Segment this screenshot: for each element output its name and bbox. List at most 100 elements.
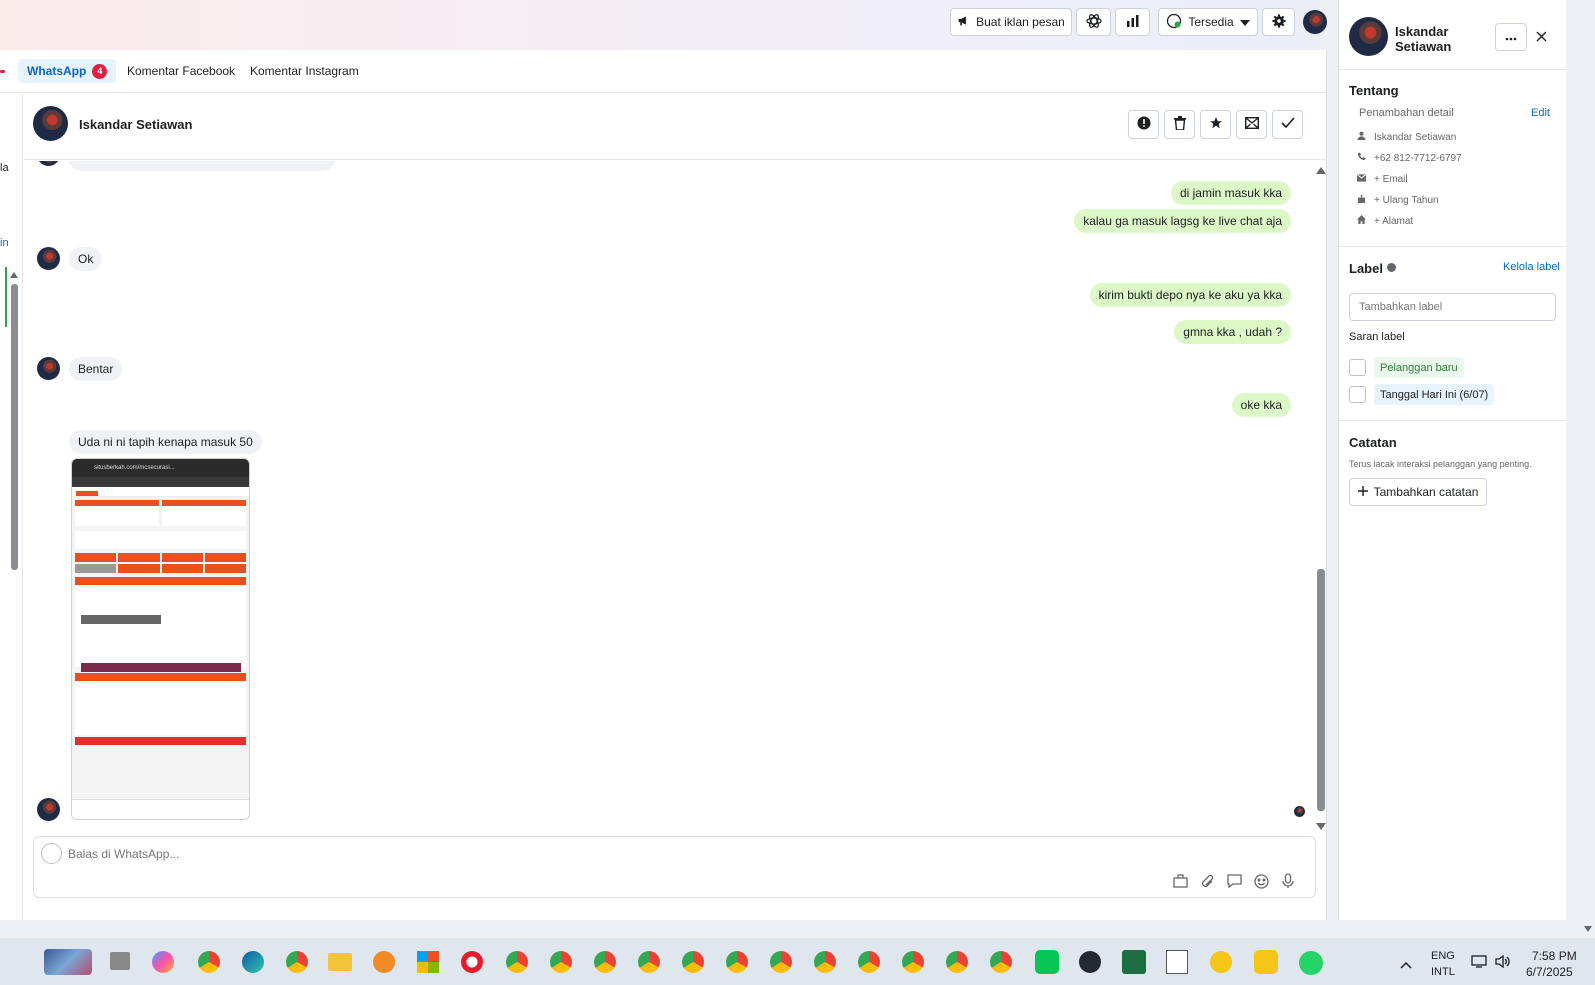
scroll-up-arrow-icon[interactable] <box>10 272 18 278</box>
outgoing-message[interactable]: kalau ga masuk lagsg ke live chat aja <box>1074 209 1291 233</box>
chrome-profile-icon[interactable] <box>506 951 528 973</box>
edit-link[interactable]: Edit <box>1531 107 1550 119</box>
incoming-message[interactable]: Bentar <box>69 357 123 381</box>
insights-button[interactable] <box>1115 8 1150 36</box>
detail-phone-row[interactable]: +62 812-7712-6797 <box>1357 151 1462 165</box>
chat-scrollbar-thumb[interactable] <box>1317 569 1325 811</box>
list-item-fragment[interactable]: la <box>0 162 9 174</box>
chrome-profile-icon[interactable] <box>902 951 924 973</box>
incoming-message[interactable]: Uda ni ni tapih kenapa masuk 50 <box>69 430 262 454</box>
chrome-profile-icon[interactable] <box>726 951 748 973</box>
chrome-profile-icon[interactable] <box>594 951 616 973</box>
suggested-label-chip[interactable]: Pelanggan baru <box>1374 357 1464 378</box>
file-explorer-icon[interactable] <box>328 953 352 971</box>
line-icon[interactable] <box>1035 950 1059 974</box>
vpn-shield-icon[interactable] <box>373 951 395 973</box>
emoji-icon[interactable] <box>1254 874 1269 892</box>
tab-facebook-comments[interactable]: Komentar Facebook <box>118 59 244 83</box>
outgoing-message[interactable]: kirim bukti depo nya ke aku ya kka <box>1089 283 1291 307</box>
page-scrollbar[interactable] <box>1582 0 1595 938</box>
contact-avatar[interactable] <box>33 106 68 141</box>
widgets-icon[interactable] <box>44 949 92 975</box>
github-icon[interactable] <box>1079 951 1101 973</box>
profile-avatar[interactable] <box>1349 17 1388 56</box>
chrome-profile-icon[interactable] <box>770 951 792 973</box>
label-checkbox[interactable] <box>1349 359 1366 376</box>
network-icon[interactable] <box>1471 955 1487 971</box>
chrome-profile-icon[interactable] <box>990 951 1012 973</box>
phone-icon <box>1357 152 1366 164</box>
scroll-down-arrow-icon[interactable] <box>1316 823 1326 830</box>
copilot-icon[interactable] <box>152 951 174 973</box>
chrome-profile-icon[interactable] <box>814 951 836 973</box>
sync-app-icon[interactable] <box>1210 951 1232 973</box>
excel-icon[interactable] <box>1122 950 1146 974</box>
megaphone-icon <box>957 14 970 30</box>
mark-done-button[interactable] <box>1272 110 1303 139</box>
store-icon[interactable] <box>417 951 439 973</box>
notes-app-icon[interactable] <box>1254 950 1278 974</box>
edge-icon[interactable] <box>242 951 264 973</box>
manage-labels-link[interactable]: Kelola label <box>1503 261 1560 273</box>
integrations-button[interactable] <box>1076 8 1111 36</box>
tab-label: Komentar Facebook <box>127 64 236 78</box>
image-attachment[interactable]: situsberkah.com/mcsecurasi... <box>71 458 250 820</box>
chevron-up-icon[interactable] <box>1400 958 1412 972</box>
chrome-profile-icon[interactable] <box>946 951 968 973</box>
list-scrollbar-thumb[interactable] <box>11 284 18 570</box>
create-ad-button[interactable]: Buat iklan pesan <box>950 8 1072 36</box>
outgoing-message[interactable]: di jamin masuk kka <box>1170 181 1291 205</box>
chrome-profile-icon[interactable] <box>682 951 704 973</box>
clock-time[interactable]: 7:58 PM <box>1532 949 1577 963</box>
detail-birthday-row[interactable]: + Ulang Tahun <box>1357 193 1439 207</box>
microphone-icon[interactable] <box>1282 873 1294 892</box>
contact-name[interactable]: Iskandar Setiawan <box>79 117 192 132</box>
outgoing-message[interactable]: gmna kka , udah ? <box>1174 320 1291 344</box>
language-line1[interactable]: ENG <box>1431 950 1455 962</box>
list-item-fragment[interactable]: in <box>0 237 9 249</box>
report-spam-button[interactable] <box>1128 110 1159 139</box>
clock-date[interactable]: 6/7/2025 <box>1526 965 1573 979</box>
tab-whatsapp[interactable]: WhatsApp 4 <box>18 59 117 83</box>
add-label-input[interactable] <box>1349 293 1556 321</box>
delete-button[interactable] <box>1164 110 1195 139</box>
detail-address-row[interactable]: + Alamat <box>1357 214 1413 228</box>
settings-button[interactable] <box>1262 8 1295 36</box>
chrome-profile-icon[interactable] <box>550 951 572 973</box>
label-checkbox[interactable] <box>1349 386 1366 403</box>
label-title: Label <box>1349 261 1383 276</box>
channel-tabs: WhatsApp 4 Komentar Facebook Komentar In… <box>0 50 1327 93</box>
star-button[interactable] <box>1200 110 1231 139</box>
availability-dropdown[interactable]: Tersedia <box>1158 8 1258 36</box>
add-note-button[interactable]: Tambahkan catatan <box>1349 478 1487 506</box>
mark-unread-button[interactable] <box>1236 110 1267 139</box>
text-editor-icon[interactable] <box>1166 950 1188 974</box>
task-view-icon[interactable] <box>110 952 130 970</box>
chrome-icon[interactable] <box>198 951 220 973</box>
chat-bubble-icon[interactable] <box>1227 874 1242 891</box>
more-options-button[interactable] <box>1495 23 1527 51</box>
divider <box>1339 246 1567 247</box>
info-icon[interactable] <box>1387 263 1396 272</box>
detail-email-row[interactable]: + Email <box>1356 172 1408 186</box>
page-avatar[interactable] <box>1303 10 1327 34</box>
paperclip-icon[interactable] <box>1200 874 1215 892</box>
opera-icon[interactable] <box>461 951 483 973</box>
profile-name-line1: Iskandar <box>1395 24 1449 39</box>
scroll-down-arrow-icon[interactable] <box>1584 926 1592 932</box>
chrome-icon[interactable] <box>286 951 308 973</box>
whatsapp-icon[interactable] <box>1299 951 1323 975</box>
language-line2[interactable]: INTL <box>1431 966 1455 978</box>
close-icon[interactable] <box>1536 31 1547 45</box>
reply-input[interactable] <box>68 846 1068 862</box>
tab-instagram-comments[interactable]: Komentar Instagram <box>241 59 368 83</box>
suggested-label-chip[interactable]: Tanggal Hari Ini (6/07) <box>1374 384 1495 405</box>
email-icon <box>1356 173 1367 185</box>
volume-icon[interactable] <box>1495 954 1510 971</box>
outgoing-message[interactable]: oke kka <box>1231 393 1291 417</box>
chrome-profile-icon[interactable] <box>638 951 660 973</box>
saved-replies-icon[interactable] <box>1173 874 1188 891</box>
chrome-profile-icon[interactable] <box>858 951 880 973</box>
scroll-up-arrow-icon[interactable] <box>1316 167 1326 174</box>
incoming-message[interactable]: Ok <box>69 247 103 271</box>
